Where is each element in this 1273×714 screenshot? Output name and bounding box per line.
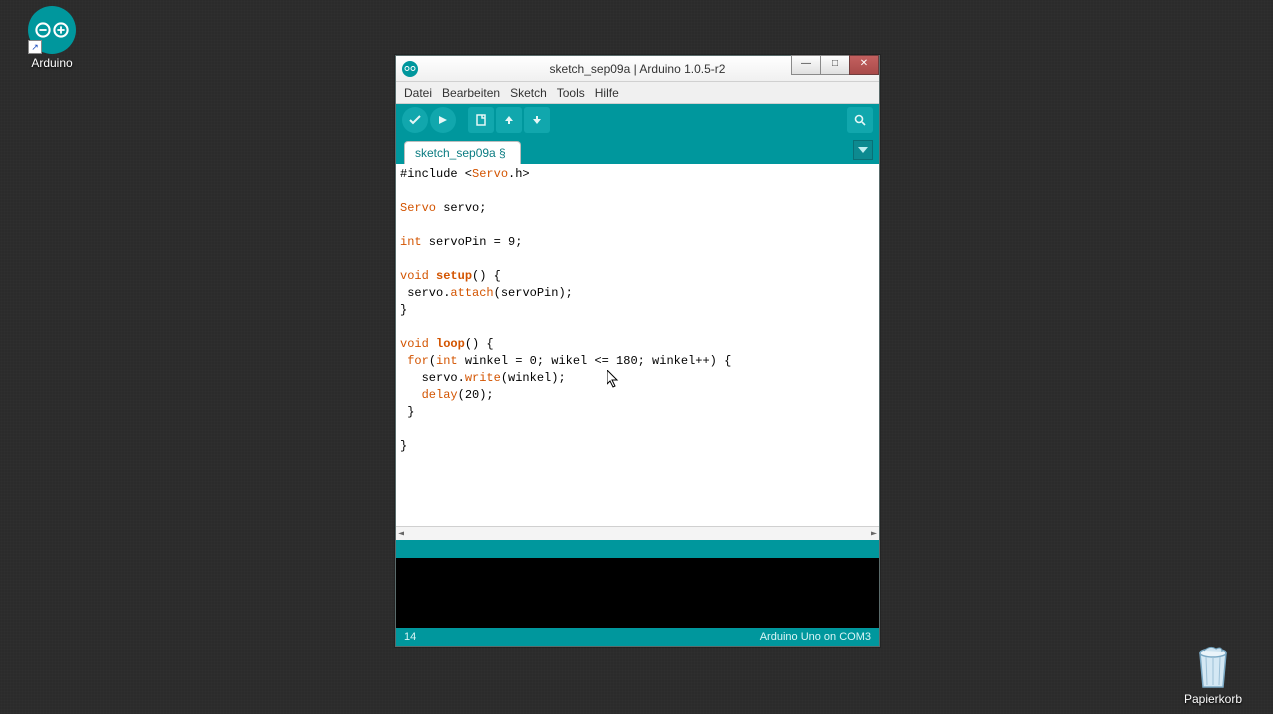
tab-sketch[interactable]: sketch_sep09a § <box>404 141 521 164</box>
menu-tools[interactable]: Tools <box>557 86 585 100</box>
menubar: Datei Bearbeiten Sketch Tools Hilfe <box>396 82 879 104</box>
menu-help[interactable]: Hilfe <box>595 86 619 100</box>
status-line-number: 14 <box>404 631 416 643</box>
toolbar <box>396 104 879 136</box>
minimize-button[interactable]: — <box>791 55 821 75</box>
close-button[interactable]: ✕ <box>849 55 879 75</box>
desktop-icon-label: Papierkorb <box>1173 692 1253 706</box>
new-button[interactable] <box>468 107 494 133</box>
statusbar: 14 Arduino Uno on COM3 <box>396 628 879 646</box>
tab-menu-button[interactable] <box>853 140 873 160</box>
message-bar <box>396 540 879 558</box>
maximize-button[interactable]: □ <box>820 55 850 75</box>
desktop-icon-arduino[interactable]: ↗ Arduino <box>12 6 92 70</box>
upload-button[interactable] <box>430 107 456 133</box>
tabbar: sketch_sep09a § <box>396 136 879 164</box>
menu-edit[interactable]: Bearbeiten <box>442 86 500 100</box>
save-button[interactable] <box>524 107 550 133</box>
trash-icon <box>1189 642 1237 690</box>
console-output[interactable] <box>396 558 879 628</box>
verify-button[interactable] <box>402 107 428 133</box>
arduino-ide-window: sketch_sep09a | Arduino 1.0.5-r2 — □ ✕ D… <box>395 55 880 647</box>
scroll-left-button[interactable]: ◄ <box>398 528 404 539</box>
arduino-app-icon <box>402 61 418 77</box>
shortcut-overlay-icon: ↗ <box>28 40 42 54</box>
editor-area: #include <Servo.h> Servo servo; int serv… <box>396 164 879 540</box>
desktop-icon-label: Arduino <box>12 56 92 70</box>
code-editor[interactable]: #include <Servo.h> Servo servo; int serv… <box>396 164 879 526</box>
menu-sketch[interactable]: Sketch <box>510 86 547 100</box>
status-board-port: Arduino Uno on COM3 <box>760 631 871 643</box>
titlebar[interactable]: sketch_sep09a | Arduino 1.0.5-r2 — □ ✕ <box>396 56 879 82</box>
open-button[interactable] <box>496 107 522 133</box>
chevron-down-icon <box>858 147 868 153</box>
serial-monitor-button[interactable] <box>847 107 873 133</box>
arduino-icon: ↗ <box>28 6 76 54</box>
menu-file[interactable]: Datei <box>404 86 432 100</box>
horizontal-scrollbar[interactable]: ◄ ► <box>396 526 879 540</box>
scroll-right-button[interactable]: ► <box>871 528 877 539</box>
desktop-icon-trash[interactable]: Papierkorb <box>1173 642 1253 706</box>
